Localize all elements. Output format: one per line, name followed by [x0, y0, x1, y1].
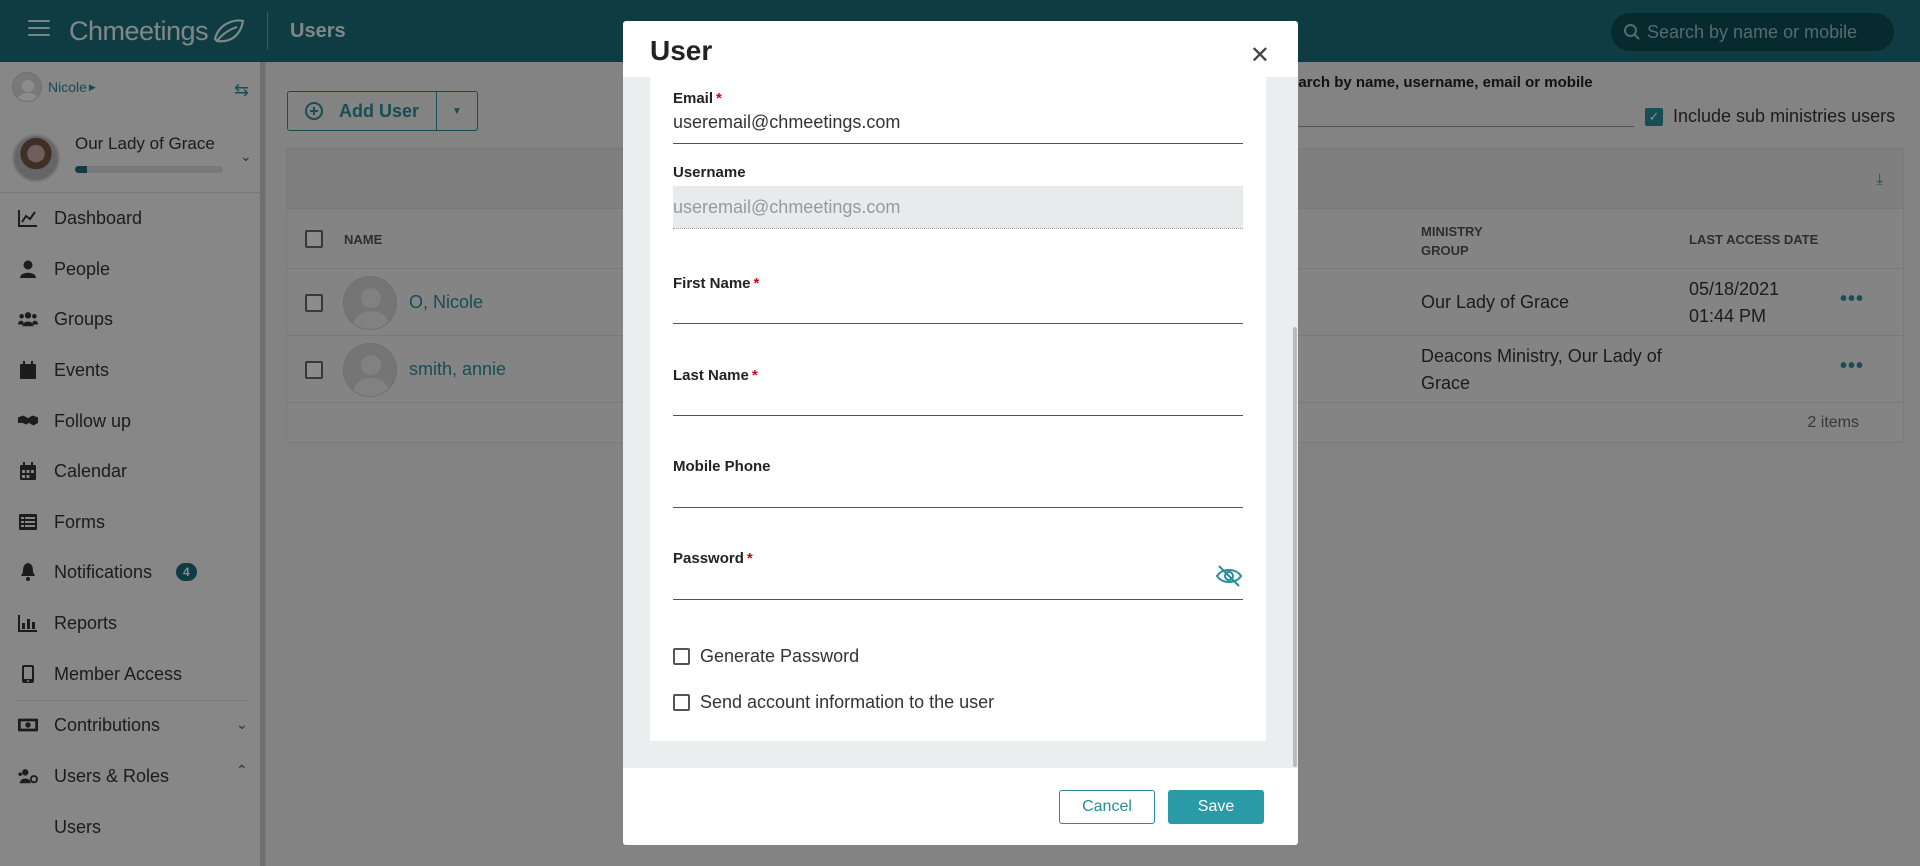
- last-name-field[interactable]: Last Name *: [673, 367, 1243, 417]
- close-icon[interactable]: ✕: [1250, 41, 1270, 70]
- user-modal: User ✕ Email * useremail@chmeetings.com U…: [623, 21, 1298, 845]
- mobile-phone-label: Mobile Phone: [673, 458, 771, 475]
- last-name-label: Last Name *: [673, 367, 758, 384]
- first-name-field[interactable]: First Name *: [673, 275, 1243, 325]
- generate-password-label: Generate Password: [700, 646, 860, 666]
- password-label: Password *: [673, 550, 753, 567]
- send-account-info-box[interactable]: [673, 694, 690, 711]
- username-label: Username: [673, 164, 746, 181]
- modal-title: User: [650, 35, 713, 66]
- email-label: Email *: [673, 90, 722, 107]
- email-value: useremail@chmeetings.com: [673, 112, 901, 132]
- email-field[interactable]: Email * useremail@chmeetings.com: [673, 90, 1243, 145]
- eye-slash-icon[interactable]: [1215, 564, 1243, 588]
- generate-password-checkbox[interactable]: Generate Password: [673, 646, 859, 667]
- save-button[interactable]: Save: [1168, 790, 1264, 824]
- user-form: Email * useremail@chmeetings.com Username…: [650, 77, 1266, 741]
- first-name-label: First Name *: [673, 275, 760, 292]
- username-field: Username useremail@chmeetings.com: [673, 164, 1243, 234]
- generate-password-box[interactable]: [673, 648, 690, 665]
- modal-scrollbar[interactable]: [1293, 327, 1297, 767]
- cancel-button[interactable]: Cancel: [1059, 790, 1155, 824]
- mobile-phone-field[interactable]: Mobile Phone: [673, 458, 1243, 508]
- send-account-info-checkbox[interactable]: Send account information to the user: [673, 692, 994, 713]
- modal-body: Email * useremail@chmeetings.com Username…: [623, 77, 1298, 768]
- send-account-info-label: Send account information to the user: [700, 692, 995, 712]
- username-value: useremail@chmeetings.com: [673, 196, 901, 217]
- password-field[interactable]: Password *: [673, 550, 1243, 600]
- username-input: useremail@chmeetings.com: [673, 186, 1243, 228]
